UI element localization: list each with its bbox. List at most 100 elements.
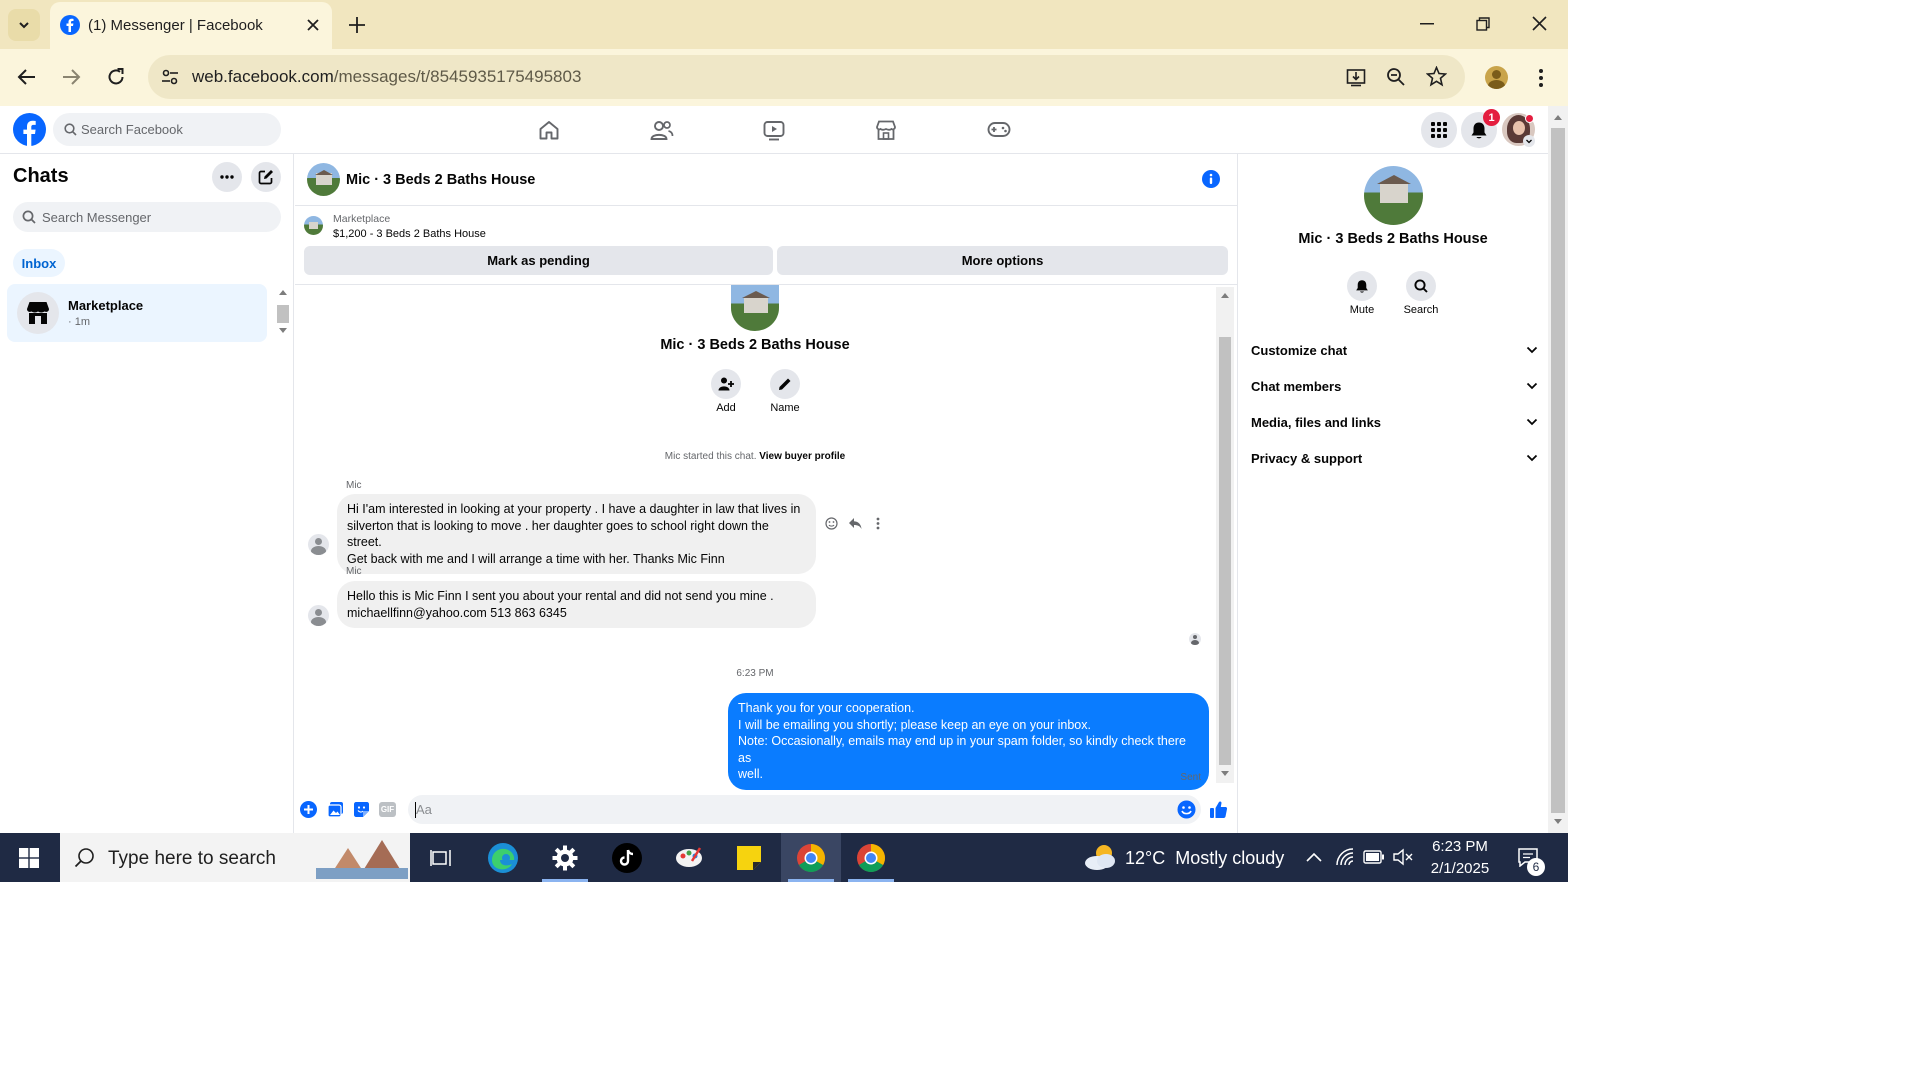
page-scrollbar[interactable] [1548, 106, 1568, 833]
clock-date[interactable]: 2/1/2025 [1420, 860, 1500, 877]
incoming-message-bubble[interactable]: Hi I'am interested in looking at your pr… [337, 494, 816, 574]
edge-app[interactable] [474, 833, 532, 882]
paint-app[interactable] [660, 833, 718, 882]
gaming-icon[interactable] [987, 120, 1011, 140]
home-icon[interactable] [538, 119, 560, 141]
outgoing-message-bubble[interactable]: Thank you for your cooperation. I will b… [728, 693, 1209, 790]
messenger-search-input[interactable]: Search Messenger [13, 202, 281, 232]
video-icon[interactable] [763, 119, 785, 141]
chat-members-row[interactable]: Chat members [1251, 371, 1538, 401]
taskbar-search-box[interactable]: Type here to search [60, 833, 410, 882]
sender-avatar [308, 534, 329, 555]
notification-badge: 1 [1483, 109, 1500, 126]
chat-list-scrollbar[interactable] [275, 287, 291, 341]
gif-button[interactable]: GIF [379, 802, 396, 817]
customize-chat-row[interactable]: Customize chat [1251, 335, 1538, 365]
conversation-title[interactable]: Mic · 3 Beds 2 Baths House [346, 172, 535, 188]
search-label: Search [1403, 304, 1439, 316]
emoji-icon[interactable] [1177, 800, 1196, 819]
scroll-thumb[interactable] [277, 305, 289, 323]
sticky-notes-app[interactable] [720, 833, 778, 882]
listing-source: Marketplace [333, 213, 391, 225]
back-icon[interactable] [17, 68, 37, 86]
media-files-links-row[interactable]: Media, files and links [1251, 407, 1538, 437]
more-vertical-icon[interactable] [876, 517, 880, 530]
chat-options-button[interactable] [212, 162, 242, 192]
menu-grid-button[interactable] [1421, 112, 1457, 148]
start-button[interactable] [0, 833, 58, 882]
account-menu-chevron[interactable] [1523, 135, 1535, 147]
add-people-button[interactable] [711, 369, 741, 399]
scroll-up-arrow-icon[interactable] [279, 289, 287, 295]
privacy-support-row[interactable]: Privacy & support [1251, 443, 1538, 473]
bookmark-star-icon[interactable] [1426, 66, 1447, 87]
facebook-search-input[interactable]: Search Facebook [53, 113, 281, 146]
view-buyer-profile-link[interactable]: View buyer profile [759, 451, 845, 462]
chat-list-item-marketplace[interactable]: Marketplace · 1m [7, 284, 267, 342]
messages-scrollbar[interactable] [1216, 287, 1234, 783]
search-in-chat-button[interactable] [1406, 271, 1436, 301]
photo-icon[interactable] [327, 801, 344, 818]
storefront-icon [27, 302, 49, 324]
pencil-icon [779, 378, 791, 390]
mute-button[interactable] [1347, 271, 1377, 301]
tiktok-app[interactable] [598, 833, 656, 882]
weather-cloudy-icon[interactable] [1082, 842, 1118, 872]
edge-icon [488, 842, 518, 873]
facebook-logo-icon[interactable] [13, 113, 46, 146]
battery-icon[interactable] [1363, 850, 1385, 864]
scroll-up-arrow-icon[interactable] [1221, 292, 1229, 298]
new-message-button[interactable] [251, 162, 281, 192]
volume-muted-icon[interactable] [1393, 848, 1413, 866]
browser-tab-active[interactable]: (1) Messenger | Facebook [50, 2, 332, 49]
react-icon[interactable] [825, 517, 838, 530]
info-icon[interactable] [1202, 170, 1220, 188]
reload-icon[interactable] [106, 67, 126, 87]
browser-menu-icon[interactable] [1538, 68, 1544, 88]
conversation-avatar[interactable] [307, 163, 340, 196]
clock-time[interactable]: 6:23 PM [1420, 838, 1500, 855]
show-hidden-icons-icon[interactable] [1306, 852, 1322, 862]
new-tab-icon[interactable] [348, 16, 366, 34]
profile-avatar[interactable] [1485, 66, 1508, 89]
forward-icon[interactable] [61, 68, 81, 86]
scroll-up-arrow-icon[interactable] [1554, 114, 1562, 120]
tab-search-button[interactable] [8, 9, 40, 41]
marketplace-icon[interactable] [875, 119, 897, 141]
listing-title[interactable]: $1,200 - 3 Beds 2 Baths House [333, 228, 486, 240]
scroll-down-arrow-icon[interactable] [279, 328, 287, 334]
reply-icon[interactable] [848, 517, 862, 530]
site-settings-icon[interactable] [160, 67, 180, 87]
inbox-tab[interactable]: Inbox [13, 249, 65, 277]
address-bar[interactable]: web.facebook.com/messages/t/854593517549… [148, 55, 1465, 99]
name-chat-button[interactable] [770, 369, 800, 399]
close-window-icon[interactable] [1532, 16, 1547, 31]
scroll-thumb[interactable] [1551, 128, 1565, 813]
network-icon[interactable] [1335, 847, 1357, 867]
task-view-button[interactable] [412, 833, 470, 882]
seen-by-avatar [1189, 633, 1201, 645]
minimize-icon[interactable] [1420, 23, 1434, 25]
zoom-icon[interactable] [1386, 67, 1406, 87]
scroll-thumb[interactable] [1219, 337, 1231, 765]
scroll-down-arrow-icon[interactable] [1221, 771, 1229, 777]
incoming-message-bubble[interactable]: Hello this is Mic Finn I sent you about … [337, 581, 816, 628]
tab-close-icon[interactable] [306, 18, 320, 32]
sticker-icon[interactable] [353, 801, 370, 818]
mark-as-pending-button[interactable]: Mark as pending [304, 246, 773, 275]
chrome-app-second[interactable] [842, 833, 900, 882]
settings-app[interactable] [536, 833, 594, 882]
more-options-button[interactable]: More options [777, 246, 1228, 275]
friends-icon[interactable] [650, 119, 674, 141]
notification-center-count: 6 [1532, 860, 1540, 874]
weather-text[interactable]: 12°C Mostly cloudy [1125, 848, 1284, 869]
info-avatar[interactable] [1364, 166, 1423, 225]
message-composer-input[interactable]: Aa [408, 795, 1201, 824]
scroll-down-arrow-icon[interactable] [1554, 819, 1562, 825]
restore-icon[interactable] [1476, 17, 1490, 31]
message-timestamp: 6:23 PM [736, 668, 774, 679]
install-app-icon[interactable] [1346, 67, 1366, 87]
chrome-app-facebook[interactable] [782, 833, 840, 882]
more-actions-plus-icon[interactable] [300, 801, 317, 818]
thumbs-up-icon[interactable] [1209, 800, 1228, 819]
